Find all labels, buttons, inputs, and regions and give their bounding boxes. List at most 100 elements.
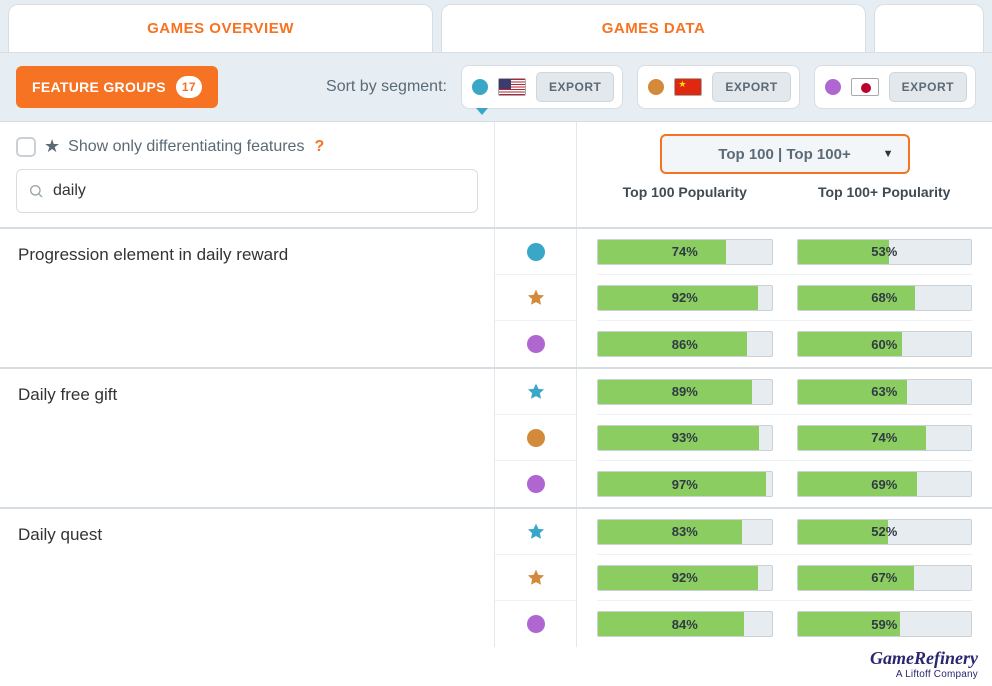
bars-row: 89%63% (597, 369, 972, 415)
segment-marker-cell (495, 321, 576, 367)
filter-row: ★ Show only differentiating features ? T… (0, 121, 992, 227)
filter-mid (495, 122, 577, 227)
segment-marker-cell (495, 415, 576, 461)
segment-marker-cell (495, 509, 576, 555)
feature-name: Daily quest (0, 509, 495, 647)
segment-marker-cell (495, 601, 576, 647)
differentiating-toggle-row: ★ Show only differentiating features ? (16, 136, 478, 157)
toolbar: FEATURE GROUPS 17 Sort by segment: EXPOR… (0, 52, 992, 121)
popularity-bar: 74% (797, 425, 973, 451)
segment-marker-column (495, 229, 577, 367)
bars-row: 84% 59% (597, 601, 972, 647)
popularity-value: 74% (798, 426, 972, 450)
popularity-bar: 93% (597, 425, 773, 451)
segment-marker-cell (495, 369, 576, 415)
popularity-value: 83% (598, 520, 772, 544)
segment-marker-star-icon (526, 382, 546, 402)
differentiating-label: Show only differentiating features (68, 138, 304, 156)
feature-row: Progression element in daily reward 74% 53… (0, 227, 992, 367)
popularity-value: 60% (798, 332, 972, 356)
popularity-value: 74% (598, 240, 772, 264)
feature-groups-label: FEATURE GROUPS (32, 79, 166, 95)
segment-marker-cell (495, 229, 576, 275)
popularity-bar: 53% (797, 239, 973, 265)
popularity-value: 92% (598, 286, 772, 310)
bars-row: 86% 60% (597, 321, 972, 367)
brand-logo: GameRefinery (870, 648, 978, 669)
flag-jp-icon (851, 78, 879, 96)
bars-row: 97% 69% (597, 461, 972, 507)
segment-card-us[interactable]: EXPORT (461, 65, 623, 109)
scope-select-label: Top 100 | Top 100+ (718, 146, 850, 163)
segment-marker-icon (527, 615, 545, 633)
popularity-bar: 69% (797, 471, 973, 497)
feature-groups-button[interactable]: FEATURE GROUPS 17 (16, 66, 218, 108)
segment-marker-star-icon (526, 288, 546, 308)
segment-marker-star-icon (526, 568, 546, 588)
export-button-cn[interactable]: EXPORT (712, 72, 790, 102)
bars-row: 92% 67% (597, 555, 972, 601)
differentiating-checkbox[interactable] (16, 137, 36, 157)
tab-games-data[interactable]: GAMES DATA (441, 4, 866, 52)
export-button-jp[interactable]: EXPORT (889, 72, 967, 102)
bars-row: 83% 52% (597, 509, 972, 555)
popularity-value: 67% (798, 566, 972, 590)
popularity-value: 52% (798, 520, 972, 544)
popularity-bar: 52% (797, 519, 973, 545)
segment-marker-cell (495, 461, 576, 507)
segment-dot-icon (648, 79, 664, 95)
help-icon[interactable]: ? (314, 138, 324, 156)
segment-marker-icon (527, 335, 545, 353)
footer: GameRefinery A Liftoff Company (870, 648, 978, 680)
popularity-bar: 83% (597, 519, 773, 545)
popularity-bar: 97% (597, 471, 773, 497)
bars-row: 92% 68% (597, 275, 972, 321)
features-table: Progression element in daily reward 74% 53… (0, 227, 992, 647)
segment-marker-cell (495, 555, 576, 601)
chevron-down-icon: ▼ (883, 148, 894, 160)
bars-row: 74% 53% (597, 229, 972, 275)
popularity-value: 92% (598, 566, 772, 590)
popularity-value: 68% (798, 286, 972, 310)
bars-column: 74% 53% 92% 68% 86% 60% (577, 229, 992, 367)
search-input[interactable] (16, 169, 478, 213)
popularity-value: 84% (598, 612, 772, 636)
segment-marker-star-icon (526, 522, 546, 542)
tab-games-overview[interactable]: GAMES OVERVIEW (8, 4, 433, 52)
popularity-bar: 63% (797, 379, 973, 405)
feature-name: Progression element in daily reward (0, 229, 495, 367)
segment-marker-column (495, 369, 577, 507)
feature-row: Daily free gift89%63%93%74%97%69% (0, 367, 992, 507)
popularity-bar: 92% (597, 285, 773, 311)
tab-ghost[interactable] (874, 4, 984, 52)
popularity-bar: 74% (597, 239, 773, 265)
col-header-top100plus: Top 100+ Popularity (797, 184, 973, 200)
export-button-us[interactable]: EXPORT (536, 72, 614, 102)
flag-cn-icon (674, 78, 702, 96)
popularity-bar: 60% (797, 331, 973, 357)
popularity-value: 93% (598, 426, 772, 450)
segment-dot-icon (472, 79, 488, 95)
search-wrap (16, 169, 478, 213)
segment-card-cn[interactable]: EXPORT (637, 65, 799, 109)
popularity-value: 63% (798, 380, 972, 404)
filter-right: Top 100 | Top 100+ ▼ Top 100 Popularity … (577, 122, 992, 227)
sort-by-segment-label: Sort by segment: (326, 78, 447, 96)
filter-left: ★ Show only differentiating features ? (0, 122, 495, 227)
col-header-top100: Top 100 Popularity (597, 184, 773, 200)
scope-select[interactable]: Top 100 | Top 100+ ▼ (660, 134, 910, 174)
popularity-bar: 84% (597, 611, 773, 637)
popularity-value: 69% (798, 472, 972, 496)
bars-row: 93% 74% (597, 415, 972, 461)
segment-marker-icon (527, 243, 545, 261)
brand-subtitle: A Liftoff Company (870, 669, 978, 680)
segment-marker-column (495, 509, 577, 647)
popularity-bar: 68% (797, 285, 973, 311)
segment-card-jp[interactable]: EXPORT (814, 65, 976, 109)
star-icon: ★ (44, 136, 60, 157)
popularity-bar: 59% (797, 611, 973, 637)
segment-marker-icon (527, 429, 545, 447)
segment-marker-cell (495, 275, 576, 321)
popularity-bar: 86% (597, 331, 773, 357)
flag-us-icon (498, 78, 526, 96)
